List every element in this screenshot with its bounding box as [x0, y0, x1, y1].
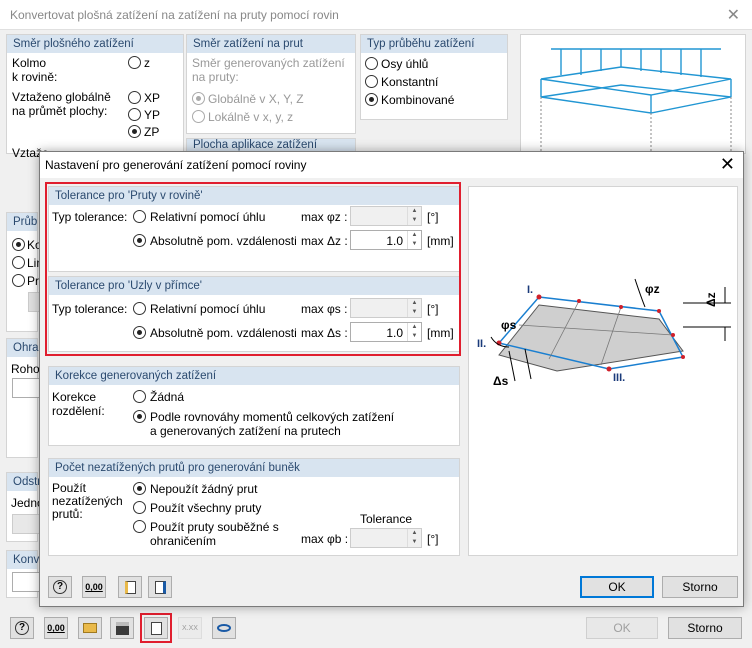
group-header: Ohran	[7, 339, 45, 357]
main-preview-image	[520, 34, 746, 154]
tolerance-label: Tolerance	[360, 512, 413, 526]
dialog-save-defaults-button[interactable]	[148, 576, 172, 598]
diagram-delta-s: Δs	[493, 374, 509, 388]
smer-desc: Směr generovaných zatížení na pruty:	[192, 56, 345, 84]
stepper-arrows-icon[interactable]: ▲ ▼	[407, 529, 421, 547]
unit-deg-label: [°]	[427, 532, 439, 546]
main-save-button[interactable]	[110, 617, 134, 639]
save-defaults-icon	[154, 580, 166, 594]
diagram-phi-z: φz	[645, 282, 660, 296]
dialog-title: Nastavení pro generování zatížení pomocí…	[45, 158, 307, 172]
group-header: Typ průběhu zatížení	[361, 35, 507, 53]
dialog-ok-button[interactable]: OK	[580, 576, 654, 598]
diagram-delta-z: Δz	[704, 292, 718, 307]
radio-osy-uhlu-label: Osy úhlů	[381, 57, 429, 71]
dialog-storno-button[interactable]: Storno	[662, 576, 738, 598]
group-header: Směr plošného zatížení	[7, 35, 183, 53]
radio-lokalne[interactable]	[192, 110, 205, 123]
radio-podle-rovnovahy[interactable]	[133, 410, 146, 423]
korekce-label: Korekce rozdělení:	[52, 390, 105, 418]
group-header: Průb	[7, 213, 37, 231]
radio-kombinovane[interactable]	[365, 93, 378, 106]
main-close-icon[interactable]: ✕	[727, 5, 740, 25]
tolerance-highlight	[45, 182, 461, 356]
settings-highlight	[140, 613, 172, 643]
kolmo-label: Kolmo k rovině:	[12, 56, 58, 84]
group-ohran-fragment: Ohran	[6, 338, 45, 458]
radio-nepouzit-label: Nepoužít žádný prut	[150, 482, 258, 496]
radio-yp-label: YP	[144, 108, 161, 122]
group-header: Korekce generovaných zatížení	[49, 367, 459, 385]
help-icon: ?	[53, 580, 67, 594]
vztazeno-label: Vztaženo globálně na průmět plochy:	[12, 90, 111, 118]
main-view-button[interactable]	[212, 617, 236, 639]
diagram-label-I: I.	[527, 284, 533, 296]
group-header: Konve	[7, 551, 46, 569]
radio-zadna[interactable]	[133, 390, 146, 403]
main-storno-button[interactable]: Storno	[668, 617, 742, 639]
radio-vsechny-label: Použít všechny pruty	[150, 501, 262, 515]
group-header: Počet nezatížených prutů pro generování …	[49, 459, 459, 477]
radio-soubezne[interactable]	[133, 520, 146, 533]
radio-xp-label: XP	[144, 91, 161, 105]
radio-globalne-label: Globálně v X, Y, Z	[208, 92, 304, 106]
load-defaults-icon	[124, 580, 136, 594]
dialog-load-defaults-button[interactable]	[118, 576, 142, 598]
radio-zp-label: ZP	[144, 125, 160, 139]
radio-zadna-label: Žádná	[150, 390, 185, 404]
main-title: Konvertovat plošná zatížení na zatížení …	[10, 8, 339, 22]
main-units-button[interactable]: 0,00	[44, 617, 68, 639]
diagram-label-III: III.	[613, 372, 625, 384]
group-prubeh-fragment: Průb	[6, 212, 38, 332]
help-icon: ?	[15, 621, 29, 635]
tolerance-diagram: I. II. III. φz φs Δz Δs	[468, 186, 738, 556]
diagram-phi-s: φs	[501, 318, 517, 332]
pocet-label: Použít nezatížených prutů:	[52, 481, 123, 521]
radio-lin[interactable]	[12, 256, 25, 269]
radio-osy-uhlu[interactable]	[365, 57, 378, 70]
settings-dialog: Nastavení pro generování zatížení pomocí…	[39, 151, 744, 607]
group-plocha: Plocha aplikace zatížení	[186, 138, 356, 152]
radio-xp[interactable]	[128, 91, 141, 104]
units-icon: 0,00	[47, 623, 65, 633]
radio-vsechny[interactable]	[133, 501, 146, 514]
radio-globalne[interactable]	[192, 92, 205, 105]
save-icon	[115, 621, 129, 635]
dialog-titlebar: Nastavení pro generování zatížení pomocí…	[40, 152, 743, 178]
radio-konstantni[interactable]	[365, 75, 378, 88]
group-header: Odstr	[7, 473, 41, 491]
konve-input[interactable]	[12, 572, 40, 592]
folder-icon	[83, 623, 97, 633]
main-titlebar: Konvertovat plošná zatížení na zatížení …	[0, 0, 752, 30]
radio-soubezne-label: Použít pruty souběžné s ohraničením	[150, 520, 279, 548]
rohov-input[interactable]	[12, 378, 40, 398]
radio-pr[interactable]	[12, 274, 25, 287]
radio-pr-label: Pr	[27, 274, 39, 288]
phi-b-stepper[interactable]: ▲ ▼	[350, 528, 422, 548]
main-open-button[interactable]	[78, 617, 102, 639]
diagram-label-II: II.	[477, 338, 486, 350]
units-icon: 0,00	[85, 582, 103, 592]
dialog-close-icon[interactable]: ✕	[720, 154, 735, 175]
radio-podle-rovnovahy-label: Podle rovnováhy momentů celkových zatíže…	[150, 410, 395, 438]
main-xxx-button[interactable]: X.XX	[178, 617, 202, 639]
dialog-help-button[interactable]: ?	[48, 576, 72, 598]
radio-ko[interactable]	[12, 238, 25, 251]
radio-lokalne-label: Lokálně v x, y, z	[208, 110, 294, 124]
radio-konstantni-label: Konstantní	[381, 75, 439, 89]
main-help-button[interactable]: ?	[10, 617, 34, 639]
radio-z[interactable]	[128, 56, 141, 69]
jedno-input[interactable]	[12, 514, 40, 534]
radio-kombinovane-label: Kombinované	[381, 93, 455, 107]
radio-z-label: z	[144, 56, 150, 70]
eye-icon	[217, 624, 231, 632]
radio-yp[interactable]	[128, 108, 141, 121]
xxx-icon: X.XX	[182, 624, 198, 632]
max-phi-b-label: max φb :	[301, 532, 349, 546]
radio-nepouzit[interactable]	[133, 482, 146, 495]
dialog-units-button[interactable]: 0,00	[82, 576, 106, 598]
radio-zp[interactable]	[128, 125, 141, 138]
group-header: Směr zatížení na prut	[187, 35, 355, 53]
main-ok-button[interactable]: OK	[586, 617, 658, 639]
